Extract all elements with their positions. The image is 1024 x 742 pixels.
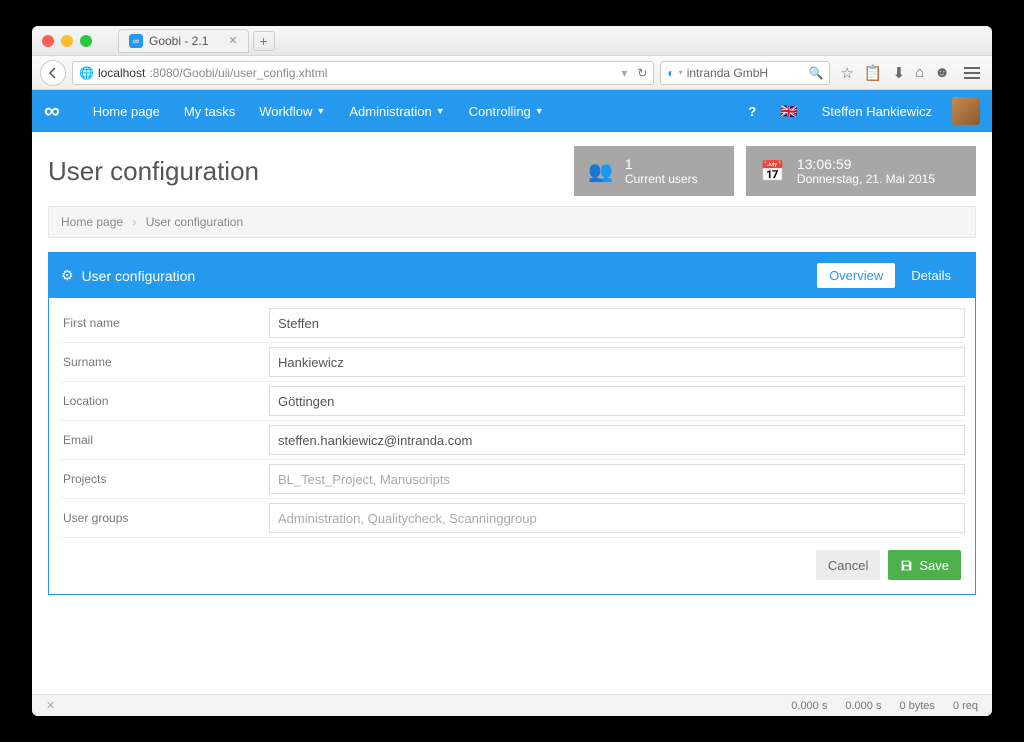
traffic-lights	[42, 35, 92, 47]
download-icon[interactable]: ⬇	[893, 64, 906, 82]
cancel-button[interactable]: Cancel	[816, 550, 880, 580]
label-surname: Surname	[59, 355, 269, 369]
avatar[interactable]	[952, 97, 980, 125]
help-icon[interactable]: ?	[736, 90, 768, 132]
users-count: 1	[625, 156, 698, 172]
close-window-icon[interactable]	[42, 35, 54, 47]
clock-date: Donnerstag, 21. Mai 2015	[797, 172, 935, 186]
maximize-window-icon[interactable]	[80, 35, 92, 47]
app-navbar: ∞ Home page My tasks Workflow▼ Administr…	[32, 90, 992, 132]
first-name-input[interactable]	[269, 308, 965, 338]
status-bar: ✕ 0.000 s 0.000 s 0 bytes 0 req	[32, 694, 992, 716]
globe-icon: 🌐	[79, 66, 94, 80]
favicon-icon: ∞	[129, 34, 143, 48]
user-groups-input	[269, 503, 965, 533]
face-icon[interactable]: ☻	[934, 64, 950, 82]
status-time-2: 0.000 s	[845, 700, 881, 712]
tab-title: Goobi - 2.1	[149, 34, 208, 48]
panel-title: User configuration	[82, 268, 196, 284]
nav-administration[interactable]: Administration▼	[337, 90, 456, 132]
current-users-box[interactable]: 👥 1 Current users	[574, 146, 734, 196]
language-flag-icon[interactable]: 🇬🇧	[768, 90, 809, 132]
clock-box: 📅 13:06:59 Donnerstag, 21. Mai 2015	[746, 146, 976, 196]
nav-tasks[interactable]: My tasks	[172, 90, 247, 132]
users-icon: 👥	[588, 159, 613, 184]
tab-overview[interactable]: Overview	[817, 263, 895, 288]
chevron-down-icon: ▼	[535, 106, 544, 116]
label-user-groups: User groups	[59, 511, 269, 525]
breadcrumb-home[interactable]: Home page	[61, 215, 123, 229]
status-time-1: 0.000 s	[791, 700, 827, 712]
browser-tab[interactable]: ∞ Goobi - 2.1 ✕	[118, 29, 249, 53]
app-logo-icon[interactable]: ∞	[44, 98, 57, 124]
search-icon[interactable]: 🔍	[808, 66, 823, 80]
status-bytes: 0 bytes	[899, 700, 934, 712]
label-email: Email	[59, 433, 269, 447]
window-titlebar: ∞ Goobi - 2.1 ✕ +	[32, 26, 992, 56]
nav-workflow[interactable]: Workflow▼	[247, 90, 337, 132]
minimize-window-icon[interactable]	[61, 35, 73, 47]
statusbar-close-icon[interactable]: ✕	[46, 699, 55, 712]
label-location: Location	[59, 394, 269, 408]
label-first-name: First name	[59, 316, 269, 330]
bookmark-icon[interactable]: ☆	[840, 64, 853, 82]
chevron-down-icon: ▼	[316, 106, 325, 116]
search-text: intranda GmbH	[687, 66, 768, 80]
email-input[interactable]	[269, 425, 965, 455]
users-label: Current users	[625, 172, 698, 186]
url-host: localhost	[98, 66, 145, 80]
home-icon[interactable]: ⌂	[915, 64, 924, 82]
label-projects: Projects	[59, 472, 269, 486]
location-input[interactable]	[269, 386, 965, 416]
nav-username[interactable]: Steffen Hankiewicz	[810, 90, 944, 132]
projects-input	[269, 464, 965, 494]
search-field[interactable]: ◐▾ intranda GmbH 🔍	[660, 61, 830, 85]
url-field[interactable]: 🌐 localhost :8080/Goobi/uii/user_config.x…	[72, 61, 654, 85]
nav-controlling[interactable]: Controlling▼	[457, 90, 556, 132]
tab-details[interactable]: Details	[899, 263, 963, 288]
save-button[interactable]: Save	[888, 550, 961, 580]
close-tab-icon[interactable]: ✕	[228, 34, 237, 47]
save-icon	[900, 559, 913, 572]
reload-icon[interactable]: ↻	[637, 66, 647, 80]
new-tab-button[interactable]: +	[253, 31, 275, 51]
breadcrumb: Home page User configuration	[48, 206, 976, 238]
back-button[interactable]	[40, 60, 66, 86]
calendar-icon: 📅	[760, 159, 785, 184]
chevron-down-icon: ▼	[436, 106, 445, 116]
clipboard-icon[interactable]: 📋	[864, 64, 883, 82]
clock-time: 13:06:59	[797, 156, 935, 172]
breadcrumb-current: User configuration	[146, 215, 243, 229]
address-bar: 🌐 localhost :8080/Goobi/uii/user_config.x…	[32, 56, 992, 90]
surname-input[interactable]	[269, 347, 965, 377]
nav-home[interactable]: Home page	[81, 90, 172, 132]
url-path: :8080/Goobi/uii/user_config.xhtml	[149, 66, 327, 80]
menu-icon[interactable]	[960, 67, 984, 79]
status-req: 0 req	[953, 700, 978, 712]
user-config-panel: ⚙ User configuration Overview Details Fi…	[48, 252, 976, 595]
search-engine-icon: ◐	[667, 66, 674, 80]
dropdown-icon[interactable]: ▾	[621, 66, 627, 80]
page-title: User configuration	[48, 156, 562, 187]
gear-icon: ⚙	[61, 267, 74, 284]
